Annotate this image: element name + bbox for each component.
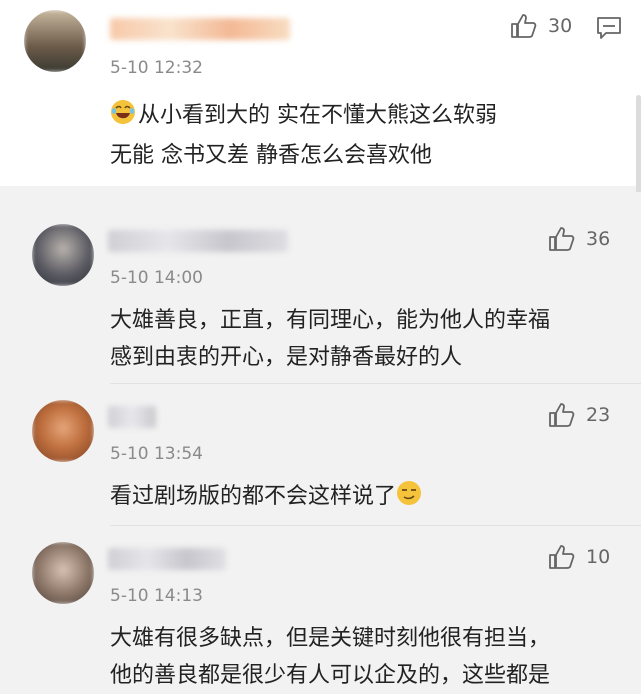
like-button[interactable]: 36 — [548, 226, 610, 252]
like-button[interactable]: 30 — [510, 13, 572, 39]
avatar[interactable] — [32, 224, 94, 286]
comment-time: 5-10 14:00 — [110, 268, 203, 288]
thumbs-up-icon — [549, 403, 575, 427]
smirk-emoji — [396, 480, 422, 518]
like-count: 30 — [548, 15, 573, 37]
like-button[interactable]: 23 — [548, 402, 610, 428]
comment-line: 大雄善良，正直，有同理心，能为他人的幸福 — [110, 308, 551, 333]
like-button[interactable]: 10 — [548, 544, 610, 570]
like-count: 10 — [586, 546, 611, 568]
comment-line: 看过剧场版的都不会这样说了 — [110, 484, 397, 509]
laughing-crying-emoji — [110, 99, 136, 137]
comment-text: 大雄有很多缺点，但是关键时刻他很有担当， 他的善良都是很少有人可以企及的，这些都… — [110, 620, 550, 694]
comment-time: 5-10 12:32 — [110, 58, 203, 78]
username-blurred[interactable] — [108, 230, 288, 252]
comment-reply: 5-10 14:13 10 大雄有很多缺点，但是关键时刻他很有担当， 他的善良都… — [0, 526, 641, 688]
comment-text: 大雄善良，正直，有同理心，能为他人的幸福 感到由衷的开心，是对静香最好的人 — [110, 302, 550, 376]
username-blurred[interactable] — [110, 18, 290, 40]
avatar[interactable] — [24, 10, 86, 72]
comment-reply: 5-10 13:54 23 看过剧场版的都不会这样说了 — [0, 384, 641, 524]
avatar[interactable] — [32, 400, 94, 462]
comment-time: 5-10 13:54 — [110, 444, 203, 464]
comment-text: 从小看到大的 实在不懂大熊这么软弱 无能 念书又差 静香怎么会喜欢他 — [110, 97, 497, 174]
comment-line: 从小看到大的 实在不懂大熊这么软弱 — [138, 103, 497, 128]
comment-time: 5-10 14:13 — [110, 586, 203, 606]
thumbs-up-icon — [549, 545, 575, 569]
comment-reply: 5-10 14:00 36 大雄善良，正直，有同理心，能为他人的幸福 感到由衷的… — [0, 192, 641, 378]
like-count: 36 — [586, 228, 611, 250]
comment-line: 大雄有很多缺点，但是关键时刻他很有担当， — [110, 626, 551, 651]
username-blurred[interactable] — [108, 406, 156, 428]
comment-text: 看过剧场版的都不会这样说了 — [110, 478, 424, 518]
comment-main: 5-10 12:32 30 从小看到大的 实在不懂大熊这么软弱 无能 念书又差 … — [0, 0, 641, 186]
comment-line: 无能 念书又差 静香怎么会喜欢他 — [110, 143, 432, 168]
like-count: 23 — [586, 404, 611, 426]
comment-line: 感到由衷的开心，是对静香最好的人 — [110, 345, 463, 370]
thumbs-up-icon — [549, 227, 575, 251]
thumbs-up-icon — [511, 14, 537, 38]
username-blurred[interactable] — [108, 548, 226, 570]
comment-bubble-icon[interactable] — [596, 16, 622, 40]
avatar[interactable] — [32, 542, 94, 604]
comment-line: 他的善良都是很少有人可以企及的，这些都是 — [110, 663, 551, 688]
